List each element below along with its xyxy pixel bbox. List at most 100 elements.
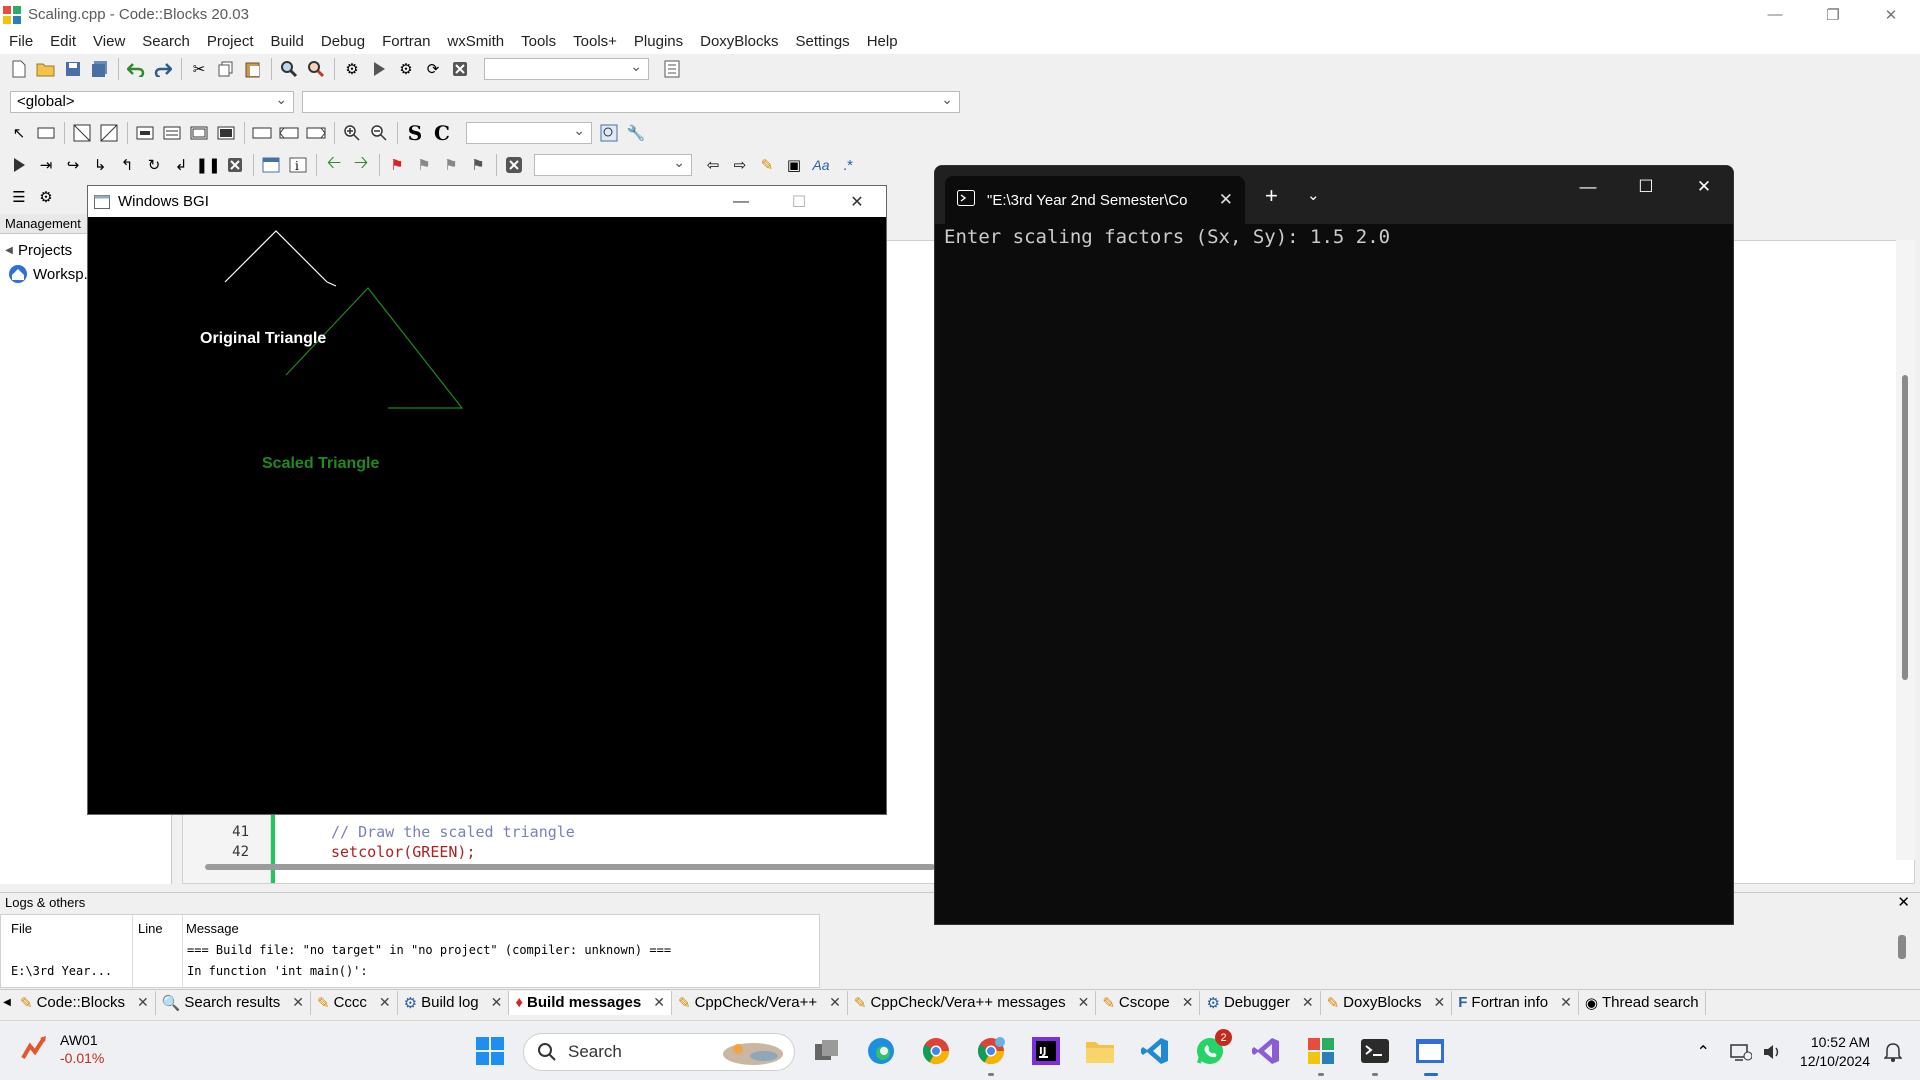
replace-icon[interactable] bbox=[305, 58, 327, 80]
tab-doxyblocks[interactable]: ✎ DoxyBlocks ✕ bbox=[1321, 990, 1453, 1015]
tab-close-icon[interactable]: ✕ bbox=[292, 994, 304, 1011]
undo-icon[interactable] bbox=[125, 58, 147, 80]
file-explorer-icon[interactable] bbox=[1084, 1035, 1116, 1067]
logs-scrollbar[interactable] bbox=[1898, 935, 1906, 959]
jump-forward-icon[interactable]: 🡢 bbox=[350, 152, 372, 176]
stock-widget[interactable]: AW01 -0.01% bbox=[20, 1031, 104, 1067]
cut-icon[interactable]: ✂ bbox=[188, 58, 210, 80]
panel-icon[interactable] bbox=[188, 122, 210, 144]
chrome-profile-icon[interactable] bbox=[975, 1035, 1007, 1067]
pointer-icon[interactable]: ↖ bbox=[8, 122, 30, 144]
todo-list-icon[interactable]: ☰ bbox=[8, 186, 30, 208]
terminal-output[interactable]: Enter scaling factors (Sx, Sy): 1.5 2.0 bbox=[944, 226, 1390, 248]
whatsapp-icon[interactable]: 2 bbox=[1194, 1029, 1232, 1067]
bgi-maximize-button[interactable]: ☐ bbox=[770, 186, 828, 217]
minimize-button[interactable]: — bbox=[1746, 0, 1804, 29]
border-icon[interactable] bbox=[278, 122, 300, 144]
terminal-minimize-button[interactable]: — bbox=[1559, 166, 1617, 208]
visual-studio-icon[interactable] bbox=[1250, 1035, 1282, 1067]
open-file-icon[interactable] bbox=[35, 58, 57, 80]
abort-icon[interactable] bbox=[449, 58, 471, 80]
bgi-minimize-button[interactable]: — bbox=[712, 186, 770, 217]
tab-close-icon[interactable]: ✕ bbox=[1078, 994, 1090, 1011]
terminal-maximize-button[interactable]: ☐ bbox=[1617, 166, 1675, 208]
step-into-icon[interactable]: ↳ bbox=[89, 154, 111, 176]
match-case-icon[interactable]: Aa bbox=[810, 154, 832, 176]
task-view-icon[interactable] bbox=[811, 1035, 843, 1067]
zoom-in-icon[interactable] bbox=[341, 122, 363, 144]
tab-close-icon[interactable]: ✕ bbox=[1434, 994, 1446, 1011]
terminal-tab[interactable]: "E:\3rd Year 2nd Semester\Co ✕ bbox=[945, 176, 1245, 224]
workspace-tree-item[interactable]: Worksp... bbox=[8, 264, 96, 284]
new-tab-icon[interactable]: + bbox=[1265, 183, 1278, 209]
box-sizer-icon[interactable] bbox=[134, 122, 156, 144]
editor-vertical-scrollbar[interactable] bbox=[1896, 240, 1915, 860]
symbol-select[interactable] bbox=[302, 89, 960, 113]
search-next-icon[interactable]: ⇨ bbox=[729, 154, 751, 176]
menu-view[interactable]: View bbox=[93, 33, 125, 50]
incremental-search-select[interactable] bbox=[534, 152, 692, 176]
search-prev-icon[interactable]: ⇦ bbox=[702, 154, 724, 176]
notification-bell-icon[interactable] bbox=[1884, 1042, 1902, 1062]
tab-build-messages[interactable]: ♦ Build messages ✕ bbox=[509, 990, 672, 1015]
selected-text-only-icon[interactable]: ▣ bbox=[783, 154, 805, 176]
menu-doxyblocks[interactable]: DoxyBlocks bbox=[700, 33, 778, 50]
source-s-icon[interactable]: S bbox=[404, 121, 426, 145]
jump-back-icon[interactable]: 🡠 bbox=[323, 152, 345, 176]
save-all-icon[interactable] bbox=[89, 58, 111, 80]
redo-icon[interactable] bbox=[152, 58, 174, 80]
settings-wrench-icon[interactable]: 🔧 bbox=[625, 122, 647, 144]
chevron-up-icon[interactable]: ⌃ bbox=[1697, 1042, 1710, 1062]
preview-icon[interactable] bbox=[598, 122, 620, 144]
terminal-close-button[interactable]: ✕ bbox=[1675, 166, 1733, 208]
menu-wxsmith[interactable]: wxSmith bbox=[447, 33, 504, 50]
menu-edit[interactable]: Edit bbox=[50, 33, 76, 50]
bookmark-next-icon[interactable]: ⚑ bbox=[440, 154, 462, 176]
volume-icon[interactable] bbox=[1762, 1043, 1782, 1061]
terminal-tab-close-icon[interactable]: ✕ bbox=[1219, 190, 1233, 210]
chevron-down-icon[interactable]: ⌄ bbox=[1307, 186, 1320, 204]
bookmark-clear-icon[interactable]: ⚑ bbox=[467, 154, 489, 176]
expand-icon[interactable] bbox=[305, 122, 327, 144]
rebuild-icon[interactable]: ⟳ bbox=[422, 58, 444, 80]
grid-sizer-icon[interactable] bbox=[98, 122, 120, 144]
step-out-icon[interactable]: ↰ bbox=[116, 154, 138, 176]
chrome-icon[interactable] bbox=[920, 1035, 952, 1067]
static-box-icon[interactable] bbox=[161, 122, 183, 144]
rect-icon[interactable] bbox=[35, 122, 57, 144]
debug-windows-icon[interactable] bbox=[260, 154, 282, 176]
regex-icon[interactable]: .* bbox=[837, 154, 859, 176]
build-and-run-icon[interactable]: ⚙ bbox=[395, 58, 417, 80]
terminal-taskbar-icon[interactable] bbox=[1359, 1035, 1391, 1067]
save-icon[interactable] bbox=[62, 58, 84, 80]
network-icon[interactable] bbox=[1730, 1043, 1752, 1061]
wx-select[interactable] bbox=[466, 120, 592, 144]
next-instruction-icon[interactable]: ↻ bbox=[143, 154, 165, 176]
tab-search-results[interactable]: 🔍 Search results ✕ bbox=[156, 990, 311, 1015]
menu-tools-plus[interactable]: Tools+ bbox=[573, 33, 617, 50]
find-icon[interactable] bbox=[278, 58, 300, 80]
menu-settings[interactable]: Settings bbox=[795, 33, 849, 50]
vscode-icon[interactable] bbox=[1139, 1035, 1171, 1067]
menu-help[interactable]: Help bbox=[867, 33, 898, 50]
tab-codeblocks-log[interactable]: ✎ Code::Blocks ✕ bbox=[14, 990, 156, 1015]
intellij-icon[interactable]: IJ bbox=[1030, 1035, 1062, 1067]
copy-icon[interactable] bbox=[215, 58, 237, 80]
step-into-instruction-icon[interactable]: ↲ bbox=[170, 154, 192, 176]
tab-close-icon[interactable]: ✕ bbox=[653, 994, 665, 1011]
tab-close-icon[interactable]: ✕ bbox=[137, 994, 149, 1011]
tab-cccc[interactable]: ✎ Cccc ✕ bbox=[311, 990, 398, 1015]
highlight-icon[interactable]: ✎ bbox=[756, 154, 778, 176]
column-line[interactable]: Line bbox=[138, 921, 163, 936]
tab-close-icon[interactable]: ✕ bbox=[1560, 994, 1572, 1011]
new-file-icon[interactable] bbox=[8, 58, 30, 80]
menu-debug[interactable]: Debug bbox=[321, 33, 365, 50]
notebook-icon[interactable] bbox=[215, 122, 237, 144]
pause-icon[interactable]: ❚❚ bbox=[195, 154, 220, 176]
menu-tools[interactable]: Tools bbox=[521, 33, 556, 50]
menu-fortran[interactable]: Fortran bbox=[382, 33, 430, 50]
debug-continue-icon[interactable] bbox=[8, 154, 30, 176]
tab-scroll-left-icon[interactable]: ◀ bbox=[0, 245, 18, 256]
bookmark-prev-icon[interactable]: ⚑ bbox=[413, 154, 435, 176]
logtabs-scroll-left-icon[interactable]: ◀ bbox=[0, 997, 14, 1008]
